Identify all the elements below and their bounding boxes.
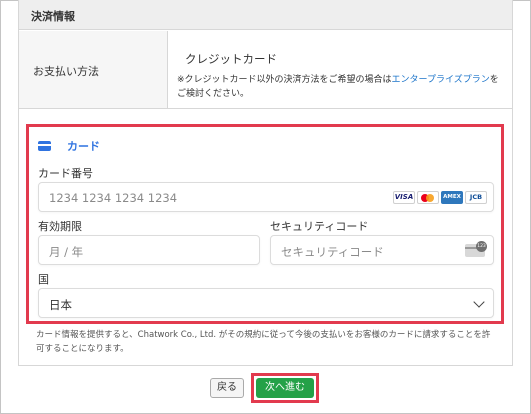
cvc-placeholder: セキュリティコード	[281, 245, 384, 259]
cvc-card-icon	[465, 241, 487, 257]
credit-card-icon	[38, 141, 51, 151]
back-button[interactable]: 戻る	[210, 378, 244, 398]
payment-method-value-cell: クレジットカード ※クレジットカード以外の決済方法をご希望の場合はエンタープライ…	[168, 31, 512, 109]
section-header: 決済情報	[19, 0, 512, 30]
card-form-highlight: カード カード番号 1234 1234 1234 1234 VISA AMEX …	[26, 124, 504, 324]
note-prefix: ※クレジットカード以外の決済方法をご希望の場合は	[177, 75, 392, 85]
amex-icon: AMEX	[441, 191, 463, 204]
section-title: 決済情報	[31, 10, 75, 23]
expiry-label: 有効期限	[38, 220, 82, 233]
expiry-placeholder: 月 / 年	[49, 245, 84, 259]
visa-icon: VISA	[393, 191, 415, 204]
payment-method-label: お支払い方法	[33, 65, 99, 78]
payment-method-note: ※クレジットカード以外の決済方法をご希望の場合はエンタープライズプランをご検討く…	[177, 73, 507, 101]
card-number-placeholder: 1234 1234 1234 1234	[49, 191, 178, 205]
payment-method-value: クレジットカード	[185, 52, 277, 66]
chevron-down-icon	[473, 296, 485, 308]
country-label: 国	[38, 273, 49, 286]
card-brands: VISA AMEX JCB	[393, 191, 487, 204]
cvc-input[interactable]: セキュリティコード	[270, 235, 494, 265]
expiry-input[interactable]: 月 / 年	[38, 235, 260, 265]
cvc-label: セキュリティコード	[270, 220, 369, 233]
tab-card-label: カード	[67, 140, 100, 153]
consent-text: カード情報を提供すると、Chatwork Co., Ltd. がその規約に従って…	[36, 330, 491, 354]
country-value: 日本	[49, 298, 72, 312]
card-number-input[interactable]: 1234 1234 1234 1234 VISA AMEX JCB	[38, 182, 494, 212]
action-bar: 戻る 次へ進む	[0, 372, 531, 406]
card-number-label: カード番号	[38, 167, 93, 180]
mastercard-icon	[417, 191, 439, 204]
payment-method-label-cell: お支払い方法	[19, 31, 168, 109]
enterprise-plan-link[interactable]: エンタープライズプラン	[392, 75, 490, 85]
next-button[interactable]: 次へ進む	[256, 378, 314, 398]
country-select[interactable]: 日本	[38, 288, 494, 318]
jcb-icon: JCB	[465, 191, 487, 204]
